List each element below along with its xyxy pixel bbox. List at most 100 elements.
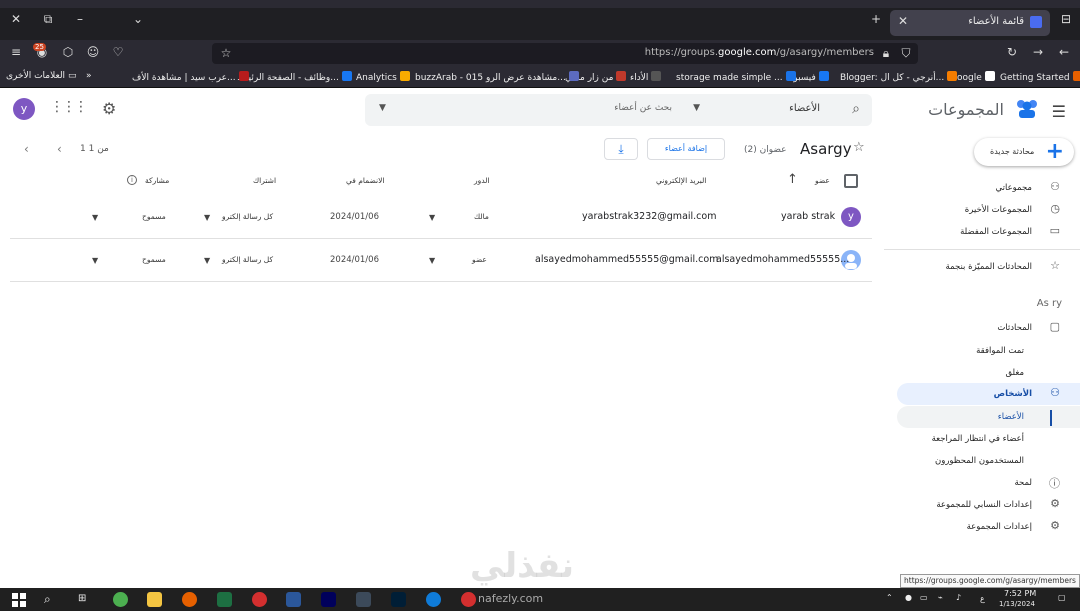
nav-approved[interactable]: تمت الموافقة	[884, 340, 1080, 362]
file-explorer-icon[interactable]	[147, 592, 162, 607]
tab-overview-icon[interactable]: ⊟	[1058, 12, 1074, 26]
firefox-icon[interactable]	[182, 592, 197, 607]
record-icon[interactable]	[461, 592, 476, 607]
pocket-icon[interactable]: ♡	[110, 45, 126, 59]
bookmark-9[interactable]: وظائف - الصفحة الرئيسـ...	[238, 71, 352, 83]
bookmark-10[interactable]: عرب سيد | مشاهدة الأف...	[132, 71, 249, 83]
tab-members[interactable]: ✕ قائمة الأعضاء	[890, 10, 1050, 36]
search-scope[interactable]: الأعضاء	[789, 103, 820, 114]
col-member[interactable]: عضو	[815, 176, 830, 185]
posting-dropdown-icon[interactable]: ▼	[92, 213, 98, 222]
clock-date[interactable]: 1/13/2024	[999, 600, 1035, 608]
lock-icon[interactable]: 🔒︎	[878, 46, 894, 61]
reload-icon[interactable]: ↻	[1004, 45, 1020, 59]
member-subscription[interactable]: كل رسالة إلكترو	[222, 255, 273, 264]
search-icon[interactable]: ⌕	[44, 592, 51, 607]
nav-my-groups[interactable]: مجموعاتي ⚇	[884, 177, 1080, 199]
search-input[interactable]: بحث عن أعضاء	[614, 103, 672, 113]
subscription-dropdown-icon[interactable]: ▼	[204, 213, 210, 222]
sort-arrow-icon[interactable]: ↑	[787, 172, 798, 187]
menu-icon[interactable]: ≡	[8, 45, 24, 59]
col-email[interactable]: البريد الإلكتروني	[656, 176, 706, 185]
restore-window-icon[interactable]: ⧉	[40, 12, 56, 27]
download-icon[interactable]: ⤓	[604, 138, 638, 160]
subscription-dropdown-icon[interactable]: ▼	[204, 256, 210, 265]
search-icon[interactable]: ⌕	[852, 101, 860, 117]
select-all-checkbox[interactable]	[844, 174, 858, 188]
bookmark-7[interactable]: buzzArab - مشاهدة عرض الرو 015...	[415, 71, 579, 83]
prev-page-icon[interactable]: ‹	[24, 142, 29, 156]
table-row[interactable]: alsayedmohammed55555... alsayedmohammed5…	[10, 239, 872, 282]
back-arrow-icon[interactable]: ←	[1056, 45, 1072, 59]
col-role[interactable]: الدور	[474, 176, 490, 185]
nav-members[interactable]: الأعضاء	[897, 406, 1080, 428]
role-dropdown-icon[interactable]: ▼	[429, 256, 435, 265]
nav-favorite-groups[interactable]: المجموعات المفضلة ▭	[884, 221, 1080, 243]
forward-arrow-icon[interactable]: →	[1030, 45, 1046, 59]
search-options-icon[interactable]: ▼	[379, 103, 386, 113]
bookmark-8[interactable]: Analytics	[356, 71, 410, 83]
settings-gear-icon[interactable]: ⚙	[102, 99, 116, 118]
info-icon[interactable]: i	[127, 175, 137, 185]
add-members-button[interactable]: إضافة أعضاء	[647, 138, 725, 160]
network-icon[interactable]: ⌁	[938, 593, 943, 602]
nav-group-settings[interactable]: إعدادات المجموعة ⚙	[884, 516, 1080, 538]
table-row[interactable]: y yarab strak yarabstrak3232@gmail.com م…	[10, 196, 872, 239]
tab-list-chevron-icon[interactable]: ⌄	[130, 12, 146, 26]
tray-overflow-icon[interactable]: ⌃	[886, 593, 893, 602]
word-icon[interactable]	[286, 592, 301, 607]
notification-icon[interactable]: ▢	[1058, 593, 1066, 602]
nav-banned-users[interactable]: المستخدمون المحظورون	[884, 450, 1080, 472]
app-icon[interactable]	[356, 592, 371, 607]
address-bar[interactable]: ☆ https://groups.google.com/g/asargy/mem…	[212, 43, 918, 64]
apps-grid-icon[interactable]: ⋮⋮⋮	[50, 99, 88, 115]
task-view-icon[interactable]: ⊞	[78, 593, 86, 604]
member-posting[interactable]: مسموح	[142, 255, 166, 264]
col-subscription[interactable]: اشتراك	[253, 176, 276, 185]
audition-icon[interactable]	[321, 592, 336, 607]
close-window-icon[interactable]: ✕	[8, 12, 24, 26]
other-bookmarks[interactable]: العلامات الأخرى ▭	[6, 71, 76, 81]
member-role[interactable]: مالك	[474, 212, 489, 221]
scope-dropdown-icon[interactable]: ▼	[693, 103, 700, 113]
chrome-icon[interactable]	[113, 592, 128, 607]
account-icon[interactable]: ☺	[85, 45, 101, 59]
edge-icon[interactable]	[426, 592, 441, 607]
volume-icon[interactable]: ♪	[956, 593, 961, 602]
bookmark-4[interactable]: storage made simple ...	[676, 71, 796, 83]
col-posting[interactable]: مشاركة	[145, 176, 169, 185]
nav-people[interactable]: الأشخاص ⚇	[897, 383, 1080, 405]
bookmark-star-icon[interactable]: ☆	[218, 46, 234, 60]
new-conversation-button[interactable]: + محادثة جديدة	[974, 138, 1074, 166]
nav-about[interactable]: لمحة ⓘ	[884, 472, 1080, 494]
nav-starred-conversations[interactable]: المحادثات المميّزة بنجمة ☆	[884, 256, 1080, 278]
bookmark-5[interactable]: الأداء	[630, 71, 662, 83]
extensions-puzzle-icon[interactable]: ⬡	[60, 45, 76, 59]
opera-icon[interactable]	[252, 592, 267, 607]
member-role[interactable]: عضو	[472, 255, 487, 264]
battery-icon[interactable]: ▭	[920, 593, 928, 602]
clock-time[interactable]: 7:52 PM	[1004, 589, 1036, 598]
photoshop-icon[interactable]	[391, 592, 406, 607]
next-page-icon[interactable]: ‹	[57, 142, 62, 156]
language-indicator[interactable]: ع	[980, 594, 985, 603]
windows-start-icon[interactable]	[12, 593, 26, 607]
close-tab-icon[interactable]: ✕	[898, 14, 908, 28]
nav-member-settings[interactable]: إعدادات النسابي للمجموعة ⚙	[884, 494, 1080, 516]
new-tab-icon[interactable]: +	[868, 12, 884, 26]
excel-icon[interactable]	[217, 592, 232, 607]
nav-locked[interactable]: مغلق	[884, 362, 1080, 384]
member-posting[interactable]: مسموح	[142, 212, 166, 221]
nav-conversations[interactable]: المحادثات ▢	[884, 317, 1080, 339]
nav-recent-groups[interactable]: المجموعات الأخيرة ◷	[884, 199, 1080, 221]
posting-dropdown-icon[interactable]: ▼	[92, 256, 98, 265]
main-menu-icon[interactable]: ☰	[1052, 102, 1066, 121]
favorite-star-icon[interactable]: ☆	[853, 140, 865, 155]
nav-pending-members[interactable]: أعضاء في انتظار المراجعة	[884, 428, 1080, 450]
role-dropdown-icon[interactable]: ▼	[429, 213, 435, 222]
col-joined[interactable]: الانضمام في	[346, 176, 384, 185]
bookmark-0[interactable]: Getting Started	[1000, 71, 1080, 83]
microphone-icon[interactable]: ●	[905, 593, 912, 602]
bookmark-2[interactable]: Blogger: أنرجي - كل ال...	[840, 71, 958, 83]
account-avatar[interactable]: y	[13, 98, 35, 120]
